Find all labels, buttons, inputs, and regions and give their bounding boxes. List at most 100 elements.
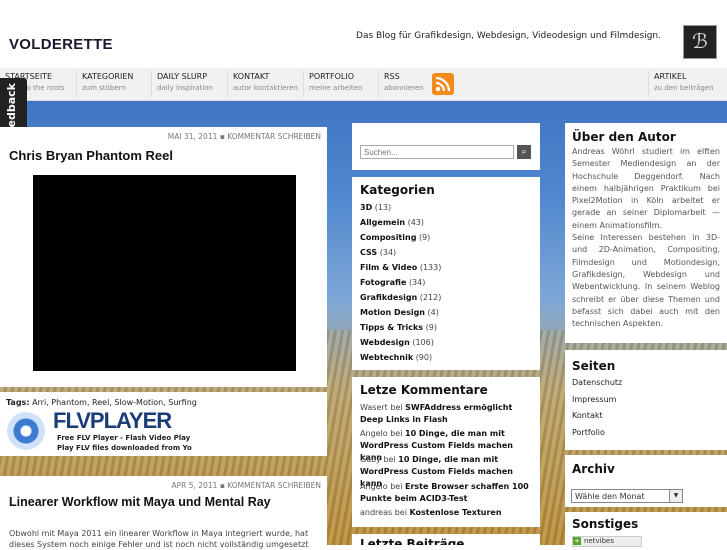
nav-title: KONTAKT bbox=[233, 72, 270, 81]
category-count: (212) bbox=[419, 293, 442, 302]
page-link[interactable]: Datenschutz bbox=[572, 378, 622, 387]
category-name: CSS bbox=[360, 248, 378, 257]
archive-widget: Archiv Wähle den Monat ▼ bbox=[565, 455, 727, 507]
nav-sub: meine arbeiten bbox=[309, 84, 363, 92]
page-link[interactable]: Impressum bbox=[572, 395, 616, 404]
widget-heading: Letzte Beiträge bbox=[360, 537, 465, 545]
rss-feed-icon[interactable] bbox=[432, 73, 454, 95]
site-logo[interactable]: VOLDERETTE bbox=[9, 36, 113, 53]
category-item[interactable]: Compositing (9) bbox=[360, 233, 430, 242]
category-count: (4) bbox=[427, 308, 439, 317]
nav-sub: autor kontaktieren bbox=[233, 84, 298, 92]
comment-by: bei bbox=[394, 508, 407, 517]
nav-sub: zum stöbern bbox=[82, 84, 126, 92]
nav-title: ARTIKEL bbox=[654, 72, 687, 81]
flv-ad-title: FLVPLAYER bbox=[53, 408, 172, 433]
category-count: (133) bbox=[419, 263, 442, 272]
category-count: (9) bbox=[418, 233, 431, 242]
archive-month-select[interactable]: Wähle den Monat ▼ bbox=[571, 489, 683, 503]
post-card: MAI 31, 2011 ▪ KOMMENTAR SCHREIBEN Chris… bbox=[0, 127, 327, 387]
category-count: (106) bbox=[412, 338, 434, 347]
category-item[interactable]: Grafikdesign (212) bbox=[360, 293, 441, 302]
comment-item: Wasert bei SWFAddress ermöglicht Deep Li… bbox=[360, 402, 535, 426]
category-item[interactable]: Webtechnik (90) bbox=[360, 353, 432, 362]
comment-by: bei bbox=[390, 429, 403, 438]
comment-icon: ▪ bbox=[219, 481, 225, 490]
category-name: Webtechnik bbox=[360, 353, 414, 362]
pages-widget: Seiten Datenschutz Impressum Kontakt Por… bbox=[565, 350, 727, 450]
category-count: (90) bbox=[415, 353, 433, 362]
category-item[interactable]: 3D (13) bbox=[360, 203, 391, 212]
misc-widget: Sonstiges + netvibes bbox=[565, 512, 727, 547]
widget-heading: Seiten bbox=[572, 359, 616, 373]
category-item[interactable]: Tipps & Tricks (9) bbox=[360, 323, 437, 332]
category-item[interactable]: Allgemein (43) bbox=[360, 218, 424, 227]
search-widget: ⌕ bbox=[352, 123, 540, 170]
category-name: Tipps & Tricks bbox=[360, 323, 424, 332]
category-name: Fotografie bbox=[360, 278, 407, 287]
netvibes-badge[interactable]: + netvibes bbox=[572, 536, 642, 547]
category-name: Webdesign bbox=[360, 338, 410, 347]
comment-item: Angelo bei Erste Browser schaffen 100 Pu… bbox=[360, 481, 535, 505]
video-player[interactable] bbox=[33, 175, 296, 371]
post-date: APR 5, 2011 bbox=[171, 481, 218, 490]
category-item[interactable]: Webdesign (106) bbox=[360, 338, 434, 347]
chevron-down-icon: ▼ bbox=[669, 490, 682, 502]
search-input[interactable] bbox=[360, 145, 514, 159]
badge-label: netvibes bbox=[584, 537, 614, 545]
widget-heading: Kategorien bbox=[360, 183, 435, 197]
nav-title: KATEGORIEN bbox=[82, 72, 134, 81]
nav-item-rss[interactable]: RSS abonnieren bbox=[378, 71, 424, 97]
page-link[interactable]: Portfolio bbox=[572, 428, 605, 437]
comment-author: Gaby bbox=[360, 455, 381, 464]
search-icon[interactable]: ⌕ bbox=[517, 145, 531, 159]
about-widget: Über den Autor Andreas Wöhrl studiert im… bbox=[565, 123, 727, 343]
nav-sub: daily inspiration bbox=[157, 84, 213, 92]
plus-icon: + bbox=[573, 537, 581, 545]
comment-by: bei bbox=[390, 403, 403, 412]
post-meta: MAI 31, 2011 ▪ KOMMENTAR SCHREIBEN bbox=[168, 132, 321, 141]
comment-author: Angelo bbox=[360, 429, 388, 438]
comments-widget: Letze Kommentare Wasert bei SWFAddress e… bbox=[352, 377, 540, 527]
nav-title: RSS bbox=[384, 72, 400, 81]
nav-item-daily-slurp[interactable]: DAILY SLURP daily inspiration bbox=[151, 71, 213, 97]
category-item[interactable]: Motion Design (4) bbox=[360, 308, 439, 317]
flv-player-ad[interactable]: FLVPLAYER Free FLV Player - Flash Video … bbox=[3, 406, 323, 456]
comment-link[interactable]: KOMMENTAR SCHREIBEN bbox=[227, 481, 321, 490]
flv-ad-line: Play FLV files downloaded from Yo bbox=[57, 444, 192, 452]
comment-author: andreas bbox=[360, 508, 393, 517]
category-name: Compositing bbox=[360, 233, 417, 242]
flv-ad-line: Free FLV Player - Flash Video Play bbox=[57, 434, 191, 442]
about-paragraph: Andreas Wöhrl studiert im elften Semeste… bbox=[572, 147, 720, 230]
nav-item-kontakt[interactable]: KONTAKT autor kontaktieren bbox=[227, 71, 298, 97]
main-nav: STARTSEITE back to the roots KATEGORIEN … bbox=[0, 68, 727, 101]
comment-link[interactable]: KOMMENTAR SCHREIBEN bbox=[227, 132, 321, 141]
nav-sub: abonnieren bbox=[384, 84, 424, 92]
category-count: (9) bbox=[425, 323, 437, 332]
nav-sub: zu den beiträgen bbox=[654, 84, 714, 92]
comment-by: bei bbox=[390, 482, 403, 491]
category-name: 3D bbox=[360, 203, 373, 212]
post-meta: APR 5, 2011 ▪ KOMMENTAR SCHREIBEN bbox=[172, 481, 322, 490]
post-title[interactable]: Linearer Workflow mit Maya und Mental Ra… bbox=[9, 495, 271, 509]
flv-disc-icon bbox=[7, 412, 45, 450]
category-item[interactable]: Fotografie (34) bbox=[360, 278, 425, 287]
post-date: MAI 31, 2011 bbox=[167, 132, 218, 141]
about-paragraph: Seine Interessen bestehen in 3D- und 2D-… bbox=[572, 233, 720, 329]
author-avatar: ℬ bbox=[683, 25, 717, 59]
comment-post-link[interactable]: Kostenlose Texturen bbox=[409, 508, 501, 517]
category-count: (13) bbox=[374, 203, 392, 212]
post-excerpt: Obwohl mit Maya 2011 ein linearer Workfl… bbox=[9, 529, 309, 549]
category-item[interactable]: Film & Video (133) bbox=[360, 263, 441, 272]
nav-item-artikel[interactable]: ARTIKEL zu den beiträgen bbox=[648, 71, 714, 97]
widget-heading: Archiv bbox=[572, 462, 615, 476]
category-item[interactable]: CSS (34) bbox=[360, 248, 396, 257]
post-title[interactable]: Chris Bryan Phantom Reel bbox=[9, 148, 173, 163]
select-value: Wähle den Monat bbox=[575, 492, 645, 501]
nav-item-kategorien[interactable]: KATEGORIEN zum stöbern bbox=[76, 71, 133, 97]
nav-item-portfolio[interactable]: PORTFOLIO meine arbeiten bbox=[303, 71, 362, 97]
page-link[interactable]: Kontakt bbox=[572, 411, 603, 420]
nav-title: DAILY SLURP bbox=[157, 72, 208, 81]
category-name: Film & Video bbox=[360, 263, 418, 272]
comment-icon: ▪ bbox=[219, 132, 225, 141]
